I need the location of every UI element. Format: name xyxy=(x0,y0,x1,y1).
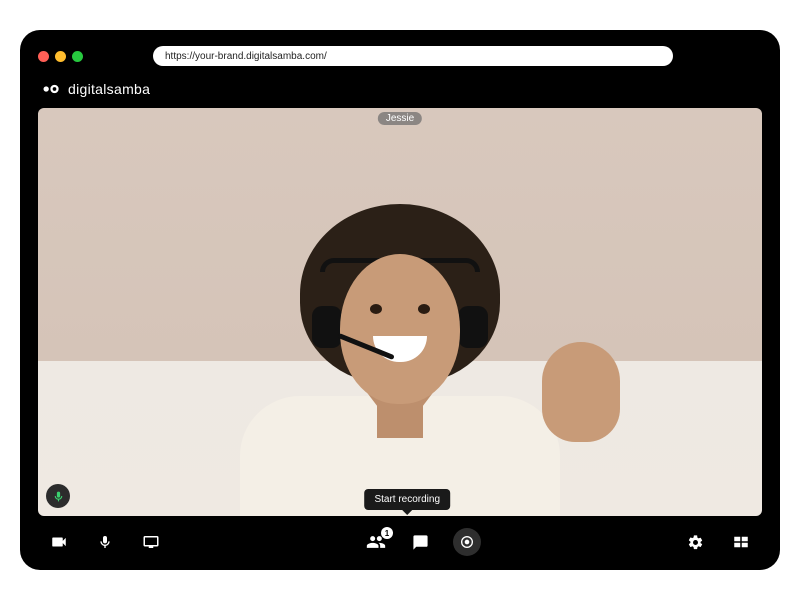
minimize-window-icon[interactable] xyxy=(55,51,66,62)
screenshare-button[interactable] xyxy=(140,531,162,553)
chat-icon xyxy=(412,534,429,551)
participant-name: Jessie xyxy=(386,113,414,124)
participant-video xyxy=(210,196,590,516)
gear-icon xyxy=(687,534,704,551)
video-stage: Jessie Start recording xyxy=(38,108,762,516)
maximize-window-icon[interactable] xyxy=(72,51,83,62)
chat-button[interactable] xyxy=(409,531,431,553)
participants-badge: 1 xyxy=(381,527,393,539)
participant-name-tag: Jessie xyxy=(378,112,422,125)
screenshare-icon xyxy=(142,533,160,551)
mic-status-button[interactable] xyxy=(46,484,70,508)
settings-button[interactable] xyxy=(684,531,706,553)
url-bar[interactable]: https://your-brand.digitalsamba.com/ xyxy=(153,46,673,66)
browser-window: https://your-brand.digitalsamba.com/ dig… xyxy=(20,30,780,570)
layout-button[interactable] xyxy=(730,531,752,553)
layout-icon xyxy=(732,533,750,551)
brand-header: digitalsamba xyxy=(38,68,762,108)
microphone-icon xyxy=(52,490,65,503)
bottom-toolbar: 1 xyxy=(38,516,762,560)
camera-icon xyxy=(50,533,68,551)
toolbar-right xyxy=(684,531,752,553)
microphone-icon xyxy=(97,534,113,550)
url-text: https://your-brand.digitalsamba.com/ xyxy=(165,51,327,62)
microphone-button[interactable] xyxy=(94,531,116,553)
record-tooltip: Start recording xyxy=(364,489,450,510)
record-tooltip-text: Start recording xyxy=(374,494,440,505)
record-button[interactable] xyxy=(453,528,481,556)
toolbar-center: 1 xyxy=(365,528,481,556)
toolbar-left xyxy=(48,531,162,553)
brand-logo-icon xyxy=(42,83,62,95)
close-window-icon[interactable] xyxy=(38,51,49,62)
window-controls xyxy=(38,51,83,62)
participants-button[interactable]: 1 xyxy=(365,531,387,553)
brand-name: digitalsamba xyxy=(68,81,150,97)
camera-button[interactable] xyxy=(48,531,70,553)
titlebar: https://your-brand.digitalsamba.com/ xyxy=(38,44,762,68)
record-icon xyxy=(459,534,475,550)
